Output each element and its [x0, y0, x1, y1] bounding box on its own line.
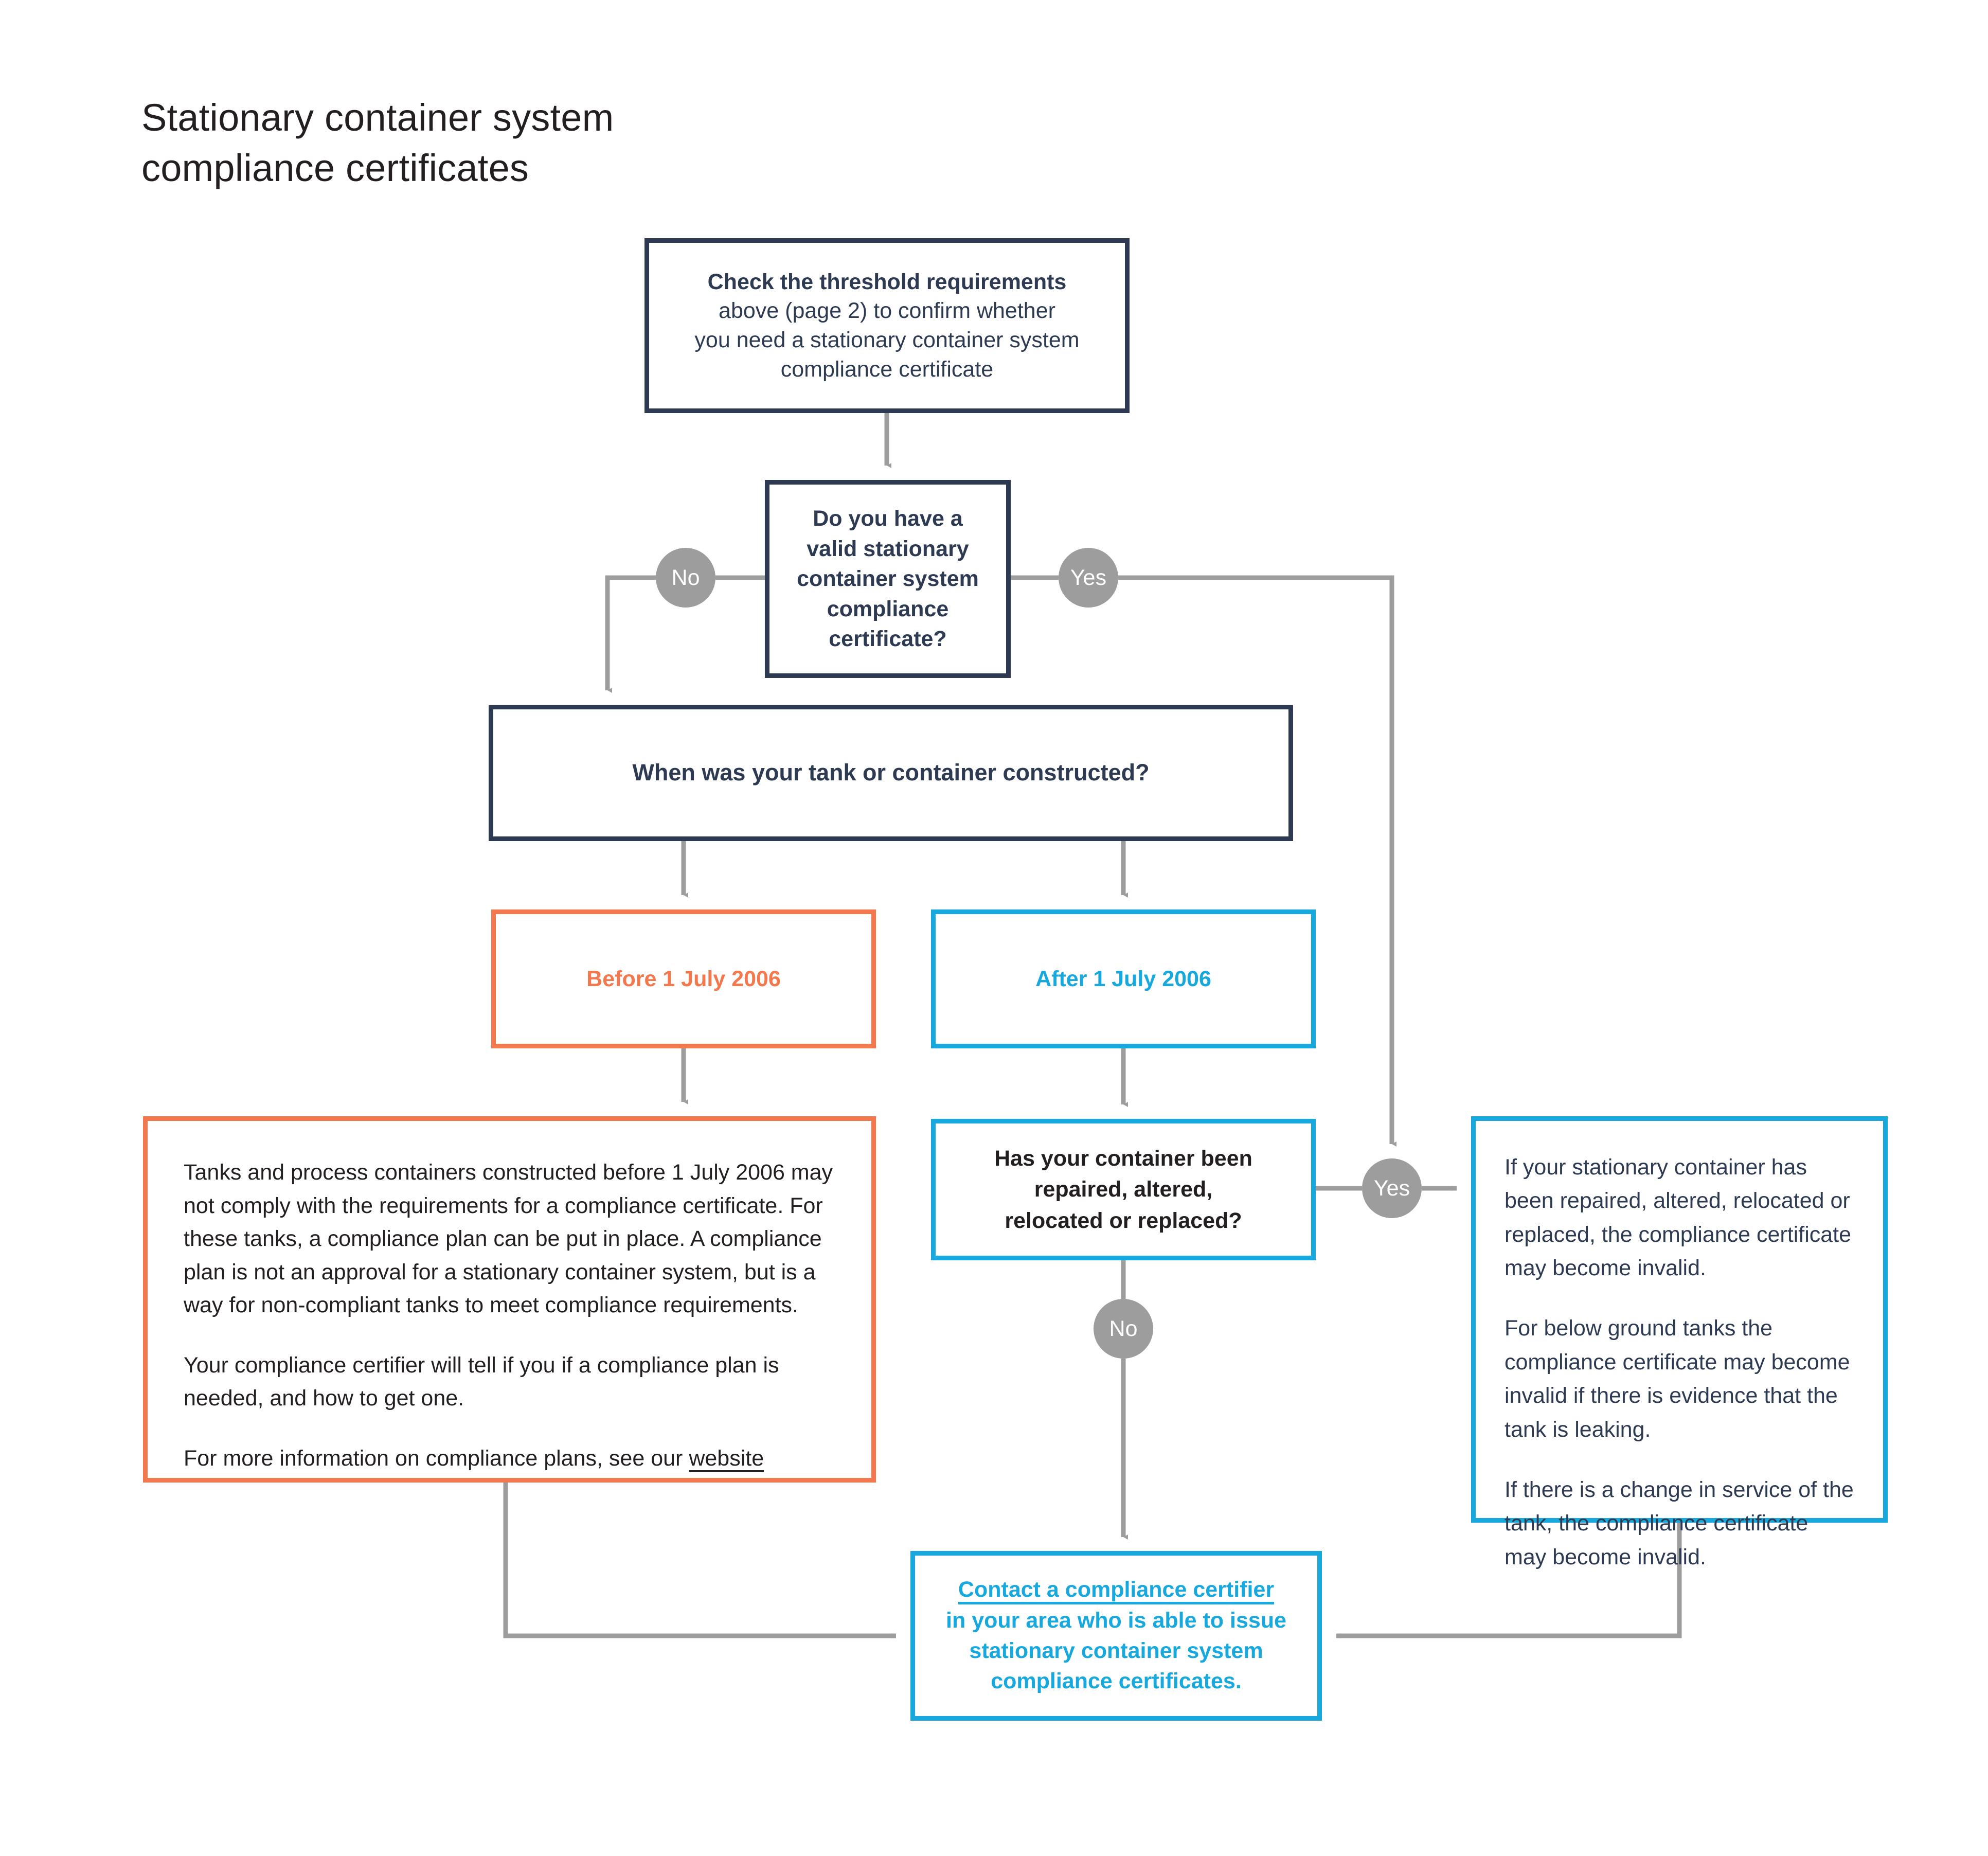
after-2006-label: After 1 July 2006 [1035, 966, 1211, 991]
invalid-info-paragraph-1: If your stationary container has been re… [1505, 1155, 1852, 1281]
node-contact-certifier: Contact a compliance certifier in your a… [910, 1551, 1322, 1721]
invalid-info-paragraph-2: For below ground tanks the compliance ce… [1505, 1316, 1850, 1442]
valid-certificate-text: Do you have a valid stationary container… [797, 506, 979, 652]
node-threshold-requirements: Check the threshold requirements above (… [644, 238, 1130, 413]
decision-pill-repaired-no: No [1094, 1299, 1153, 1359]
node-after-2006: After 1 July 2006 [931, 909, 1316, 1048]
node-repaired-question: Has your container been repaired, altere… [931, 1119, 1316, 1260]
decision-pill-valid-no: No [656, 548, 715, 608]
compliance-plan-paragraph-3-prefix: For more information on compliance plans… [184, 1445, 689, 1471]
page-title: Stationary container system compliance c… [141, 96, 614, 190]
node-before-2006: Before 1 July 2006 [491, 909, 876, 1048]
node-valid-certificate-question: Do you have a valid stationary container… [765, 480, 1011, 678]
flowchart-page: Stationary container system compliance c… [0, 0, 1988, 1856]
connector-plan-to-contact [503, 1483, 896, 1638]
before-2006-label: Before 1 July 2006 [586, 966, 781, 991]
decision-pill-valid-yes: Yes [1059, 548, 1118, 608]
contact-certifier-body: in your area who is able to issue statio… [946, 1608, 1286, 1694]
contact-certifier-text: Contact a compliance certifier in your a… [946, 1575, 1286, 1697]
node-certificate-invalid-info: If your stationary container has been re… [1471, 1116, 1888, 1569]
threshold-body: above (page 2) to confirm whether you ne… [694, 298, 1080, 382]
threshold-heading: Check the threshold requirements [707, 269, 1067, 294]
node-compliance-plan-info: Tanks and process containers constructed… [143, 1116, 876, 1483]
compliance-plan-paragraph-3: For more information on compliance plans… [184, 1442, 835, 1475]
repaired-question-text: Has your container been repaired, altere… [994, 1146, 1252, 1233]
connector-no-to-when [605, 575, 656, 693]
contact-certifier-link[interactable]: Contact a compliance certifier [958, 1577, 1274, 1602]
compliance-plan-paragraph-2: Your compliance certifier will tell if y… [184, 1352, 779, 1411]
node-when-constructed-question: When was your tank or container construc… [489, 705, 1293, 841]
threshold-text: Check the threshold requirements above (… [694, 267, 1079, 384]
invalid-info-paragraph-3: If there is a change in service of the t… [1505, 1477, 1854, 1569]
compliance-plan-paragraph-1: Tanks and process containers constructed… [184, 1160, 833, 1317]
decision-pill-repaired-yes: Yes [1362, 1158, 1422, 1218]
connector-yes-down-to-invalid [1118, 575, 1396, 1147]
when-constructed-text: When was your tank or container construc… [632, 759, 1150, 786]
website-link[interactable]: website [689, 1446, 764, 1471]
